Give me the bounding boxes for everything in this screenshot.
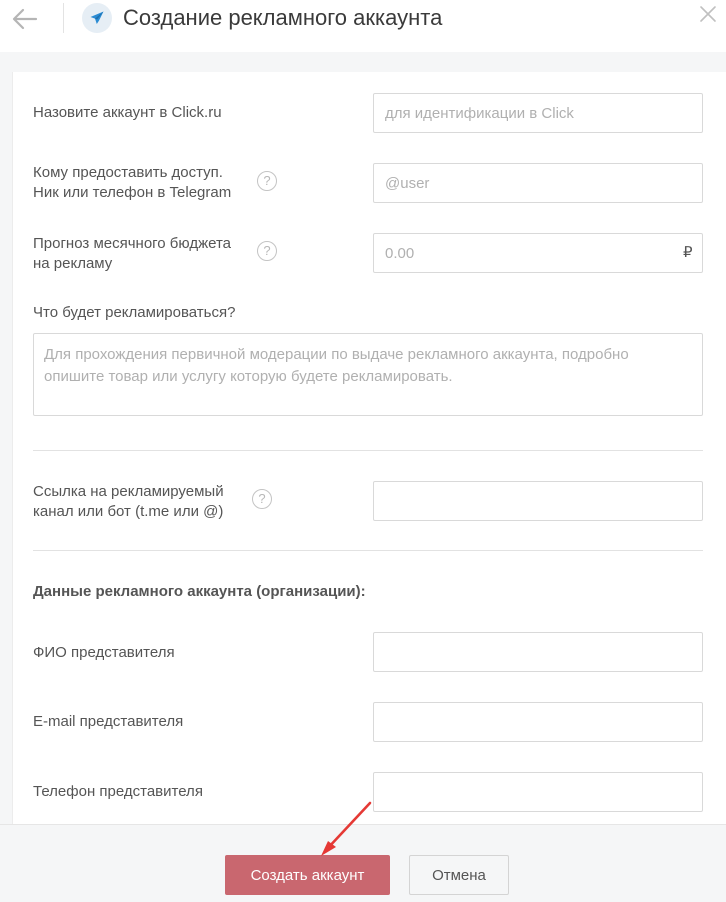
rep-phone-label: Телефон представителя (33, 783, 203, 800)
channel-link-input[interactable] (373, 481, 703, 521)
promote-label: Что будет рекламироваться? (33, 304, 236, 321)
access-help-icon[interactable]: ? (257, 171, 277, 191)
arrow-left-icon (12, 8, 38, 30)
create-account-button[interactable]: Создать аккаунт (225, 855, 390, 895)
close-icon (700, 6, 716, 22)
cancel-button[interactable]: Отмена (409, 855, 509, 895)
channel-link-help-icon[interactable]: ? (252, 489, 272, 509)
access-label-line1: Кому предоставить доступ. (33, 164, 223, 181)
divider (33, 550, 703, 551)
back-button[interactable] (8, 4, 42, 34)
access-input[interactable] (373, 163, 703, 203)
budget-label-line2: на рекламу (33, 255, 113, 272)
account-name-label: Назовите аккаунт в Click.ru (33, 104, 222, 121)
budget-input[interactable] (373, 233, 703, 273)
budget-help-icon[interactable]: ? (257, 241, 277, 261)
rep-phone-input[interactable] (373, 772, 703, 812)
dialog-footer: Создать аккаунт Отмена (0, 824, 726, 902)
currency-symbol: ₽ (683, 244, 693, 261)
rep-email-input[interactable] (373, 702, 703, 742)
header-divider (63, 3, 64, 33)
dialog-header: Создание рекламного аккаунта (0, 0, 726, 52)
access-label-line2: Ник или телефон в Telegram (33, 184, 232, 201)
access-label: Кому предоставить доступ. Ник или телефо… (33, 163, 231, 203)
budget-label-line1: Прогноз месячного бюджета (33, 235, 231, 252)
promote-textarea[interactable] (33, 333, 703, 416)
form-panel: Назовите аккаунт в Click.ru Кому предост… (12, 72, 726, 824)
budget-label: Прогноз месячного бюджета на рекламу (33, 234, 231, 274)
close-button[interactable] (698, 4, 718, 24)
rep-email-label: E-mail представителя (33, 713, 184, 730)
channel-link-label: Ссылка на рекламируемый канал или бот (t… (33, 482, 224, 522)
account-name-input[interactable] (373, 93, 703, 133)
telegram-icon (82, 3, 112, 33)
divider (33, 450, 703, 451)
dialog-title: Создание рекламного аккаунта (123, 5, 443, 30)
rep-name-label: ФИО представителя (33, 644, 175, 661)
org-section-title: Данные рекламного аккаунта (организации)… (33, 583, 366, 600)
channel-link-label-line1: Ссылка на рекламируемый (33, 483, 224, 500)
channel-link-label-line2: канал или бот (t.me или @) (33, 503, 224, 520)
rep-name-input[interactable] (373, 632, 703, 672)
